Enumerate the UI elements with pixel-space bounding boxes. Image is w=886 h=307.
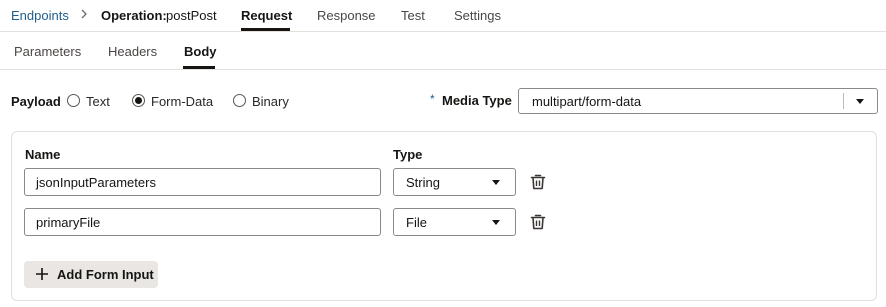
payload-binary-radio[interactable]	[233, 94, 246, 107]
type-column-header: Type	[393, 147, 423, 162]
operation-name: postPost	[166, 8, 217, 23]
chevron-right-icon	[81, 9, 87, 19]
tab-request[interactable]: Request	[241, 8, 292, 23]
subtab-body[interactable]: Body	[184, 44, 217, 59]
add-form-input-button[interactable]: Add Form Input	[24, 261, 158, 288]
payload-form-data-label[interactable]: Form-Data	[151, 94, 213, 109]
tab-test[interactable]: Test	[401, 8, 425, 23]
required-marker: *	[430, 92, 435, 106]
plus-icon	[36, 268, 48, 280]
payload-text-label[interactable]: Text	[86, 94, 110, 109]
payload-form-data-radio[interactable]	[132, 94, 145, 107]
name-column-header: Name	[25, 147, 61, 162]
subtab-headers[interactable]: Headers	[108, 44, 157, 59]
top-header-bar: Endpoints Operation: postPost Request Re…	[0, 0, 886, 32]
breadcrumb-endpoints-link[interactable]: Endpoints	[11, 8, 69, 23]
form-inputs-card: Name Type jsonInputParameters String pri…	[11, 131, 877, 301]
payload-binary-label[interactable]: Binary	[252, 94, 289, 109]
tab-response[interactable]: Response	[317, 8, 376, 23]
caret-down-icon	[492, 220, 500, 225]
caret-down-icon[interactable]	[856, 99, 864, 104]
caret-down-icon	[492, 180, 500, 185]
tab-settings[interactable]: Settings	[454, 8, 501, 23]
media-type-label: Media Type	[442, 93, 512, 108]
media-type-value: multipart/form-data	[532, 94, 642, 109]
payload-label: Payload	[11, 94, 61, 109]
active-tab-indicator	[241, 28, 290, 31]
trash-icon[interactable]	[530, 173, 546, 191]
type-select-value: String	[406, 175, 440, 190]
form-input-name-field[interactable]: primaryFile	[24, 208, 381, 236]
payload-text-radio[interactable]	[67, 94, 80, 107]
type-select-value: File	[406, 215, 427, 230]
form-input-type-select[interactable]: File	[393, 208, 516, 236]
request-subtabs: Parameters Headers Body	[0, 33, 886, 70]
form-input-type-select[interactable]: String	[393, 168, 516, 196]
trash-icon[interactable]	[530, 213, 546, 231]
select-divider	[843, 93, 844, 109]
add-form-input-label: Add Form Input	[57, 267, 154, 282]
media-type-select[interactable]: multipart/form-data	[518, 88, 878, 114]
subtab-parameters[interactable]: Parameters	[14, 44, 81, 59]
active-subtab-indicator	[183, 66, 215, 69]
operation-label: Operation:	[101, 8, 167, 23]
form-input-name-field[interactable]: jsonInputParameters	[24, 168, 381, 196]
